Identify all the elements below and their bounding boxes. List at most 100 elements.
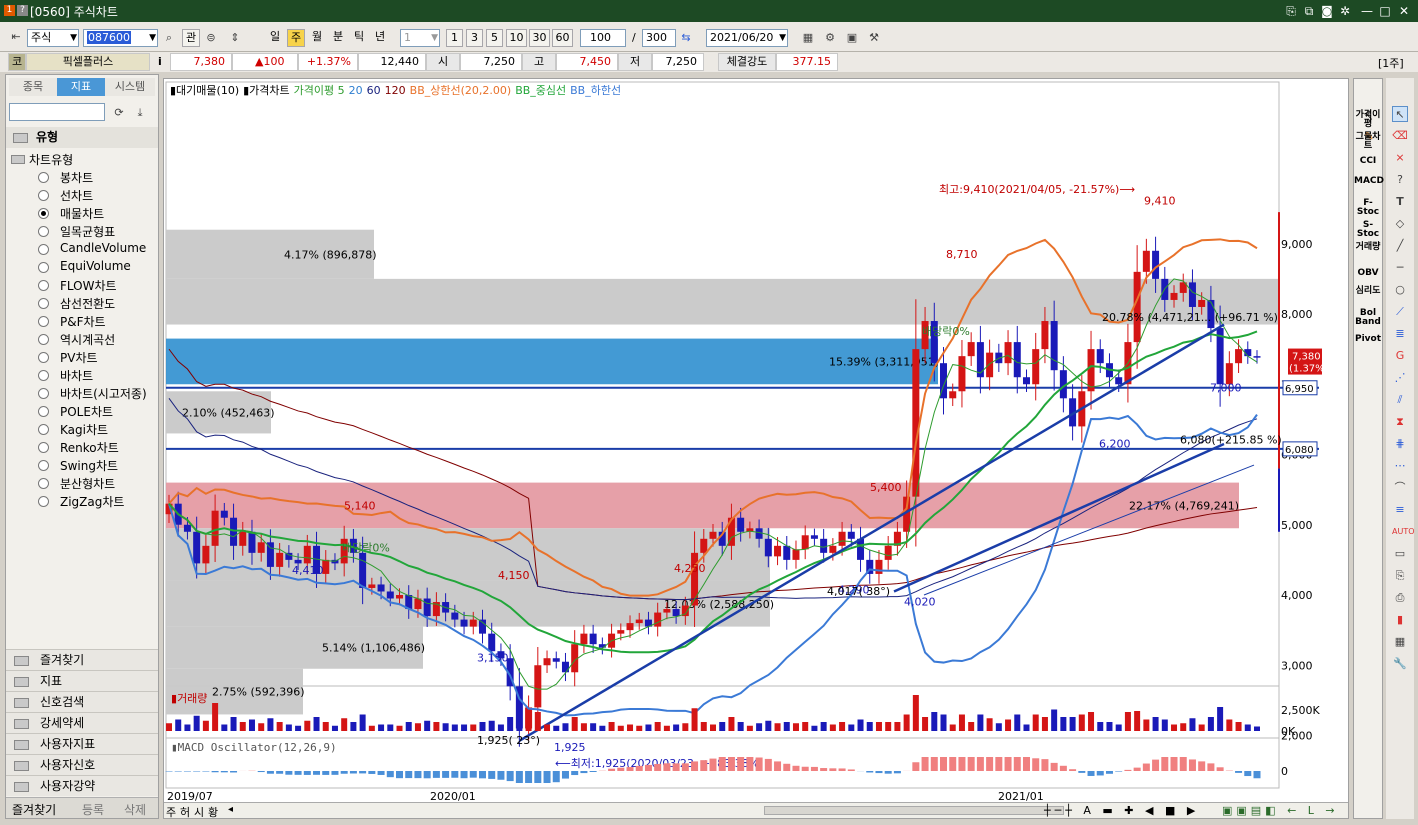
delete-button[interactable]: 삭제 bbox=[124, 801, 146, 818]
gann-tool-icon[interactable]: ⋕ bbox=[1392, 436, 1408, 452]
radio-icon[interactable] bbox=[38, 334, 49, 345]
radio-icon[interactable] bbox=[38, 388, 49, 399]
indicator-shortcut[interactable]: 심리도 bbox=[1354, 287, 1382, 296]
chart-type-item[interactable]: 역시계곡선 bbox=[38, 331, 115, 348]
gear-icon[interactable]: ✲ bbox=[1337, 3, 1353, 19]
radio-icon[interactable] bbox=[38, 478, 49, 489]
save-icon[interactable]: ▣ bbox=[844, 30, 860, 46]
export-controls[interactable]: ▣▣▤◧ ← L → bbox=[1222, 804, 1339, 817]
grid-tool-icon[interactable]: ▦ bbox=[1392, 634, 1408, 650]
line-tool-icon[interactable]: ╱ bbox=[1392, 238, 1408, 254]
quick-60[interactable]: 60 bbox=[552, 29, 573, 47]
indicator-shortcut[interactable]: 가격이평 bbox=[1354, 111, 1382, 129]
maximize-icon[interactable]: □ bbox=[1377, 3, 1393, 19]
chart-type-item[interactable]: P&F차트 bbox=[38, 313, 106, 330]
market-select[interactable]: 주식 ▼ bbox=[27, 29, 79, 47]
period-day[interactable]: 일 bbox=[266, 29, 284, 47]
question-icon[interactable]: ? bbox=[1392, 172, 1408, 188]
date-picker[interactable]: 2021/06/20 ▼ bbox=[706, 29, 788, 47]
radio-icon[interactable] bbox=[38, 262, 49, 273]
radio-icon[interactable] bbox=[38, 496, 49, 507]
copy-tool-icon[interactable]: ⎘ bbox=[1392, 568, 1408, 584]
quick-1[interactable]: 1 bbox=[446, 29, 463, 47]
link-icon[interactable]: ⎘ bbox=[1283, 3, 1299, 19]
fan-tool-icon[interactable]: ⋰ bbox=[1392, 370, 1408, 386]
zoom-controls[interactable]: ┼─┼ A ▬ ✚ ◀ ■ ▶ bbox=[1044, 804, 1199, 817]
channel-tool-icon[interactable]: ≣ bbox=[1392, 326, 1408, 342]
radio-icon[interactable] bbox=[38, 352, 49, 363]
indicator-shortcut[interactable]: Pivot bbox=[1354, 335, 1382, 344]
settings-icon[interactable]: ⚙ bbox=[822, 30, 838, 46]
delete-tool-icon[interactable]: ⌫ bbox=[1392, 128, 1408, 144]
radio-icon[interactable] bbox=[38, 316, 49, 327]
period-month[interactable]: 월 bbox=[308, 29, 326, 47]
camera-icon[interactable]: ◙ bbox=[1319, 3, 1335, 19]
speed-tool-icon[interactable]: ⋯ bbox=[1392, 458, 1408, 474]
indicator-search-input[interactable] bbox=[9, 103, 105, 121]
search-icon[interactable]: ⌕ bbox=[161, 30, 177, 46]
chart-type-item[interactable]: Renko차트 bbox=[38, 439, 119, 456]
chart-type-item[interactable]: Kagi차트 bbox=[38, 421, 108, 438]
select-tool-icon[interactable]: ↖ bbox=[1392, 106, 1408, 122]
favorites-tab[interactable]: 즐겨찾기 bbox=[12, 801, 56, 818]
gwan-button[interactable]: 관 bbox=[182, 29, 200, 47]
wrench-icon[interactable]: 🔧 bbox=[1392, 656, 1408, 672]
scroll-left-icon[interactable]: ◂ bbox=[228, 804, 233, 815]
quick-10[interactable]: 10 bbox=[506, 29, 527, 47]
share-icon[interactable]: ⧉ bbox=[1301, 3, 1317, 19]
chart-type-item[interactable]: 분산형차트 bbox=[38, 475, 115, 492]
indicator-shortcut[interactable]: 그물차트 bbox=[1354, 133, 1382, 151]
print-tool-icon[interactable]: ⎙ bbox=[1392, 590, 1408, 606]
period-tick[interactable]: 틱 bbox=[350, 29, 368, 47]
chart-type-item[interactable]: 매물차트 bbox=[38, 205, 104, 222]
auto-tool-icon[interactable]: AUTO bbox=[1392, 524, 1415, 540]
hline-tool-icon[interactable]: ─ bbox=[1392, 260, 1408, 276]
radio-icon[interactable] bbox=[38, 280, 49, 291]
chart-type-item[interactable]: 봉차트 bbox=[38, 169, 93, 186]
radio-icon[interactable] bbox=[38, 460, 49, 471]
group-item[interactable]: 사용자강약 bbox=[6, 775, 158, 796]
chart-type-item[interactable]: EquiVolume bbox=[38, 259, 131, 273]
bar-tool-icon[interactable]: ▮ bbox=[1392, 612, 1408, 628]
group-item[interactable]: 사용자지표 bbox=[6, 733, 158, 754]
radio-icon[interactable] bbox=[38, 442, 49, 453]
cycle-tool-icon[interactable]: ⧗ bbox=[1392, 414, 1408, 430]
radio-icon[interactable] bbox=[38, 298, 49, 309]
group-item[interactable]: 강세약세 bbox=[6, 712, 158, 733]
count-input[interactable]: 100 bbox=[580, 29, 626, 47]
indicator-shortcut[interactable]: Bol Band bbox=[1354, 309, 1382, 327]
chart-type-item[interactable]: POLE차트 bbox=[38, 403, 113, 420]
period-minute[interactable]: 분 bbox=[329, 29, 347, 47]
range-icon[interactable]: ⇆ bbox=[678, 30, 694, 46]
tab-stock[interactable]: 종목 bbox=[9, 78, 57, 96]
parallel-tool-icon[interactable]: ⫽ bbox=[1392, 392, 1408, 408]
regression-tool-icon[interactable]: ≡ bbox=[1392, 502, 1408, 518]
chart-canvas[interactable]: 4.17% (896,878) 15.39% (3,311,951) 2.10% (… bbox=[164, 79, 1350, 820]
horizontal-scrollbar[interactable] bbox=[764, 806, 1064, 815]
group-item[interactable]: 지표 bbox=[6, 670, 158, 691]
fibo-tool-icon[interactable]: G bbox=[1392, 348, 1408, 364]
quick-3[interactable]: 3 bbox=[466, 29, 483, 47]
bottom-tab-1[interactable]: 주 bbox=[166, 804, 176, 820]
radio-icon[interactable] bbox=[38, 172, 49, 183]
chart-type-item[interactable]: 선차트 bbox=[38, 187, 93, 204]
radio-icon[interactable] bbox=[38, 226, 49, 237]
first-page-icon[interactable]: ⇤ bbox=[8, 29, 24, 45]
radio-icon[interactable] bbox=[38, 406, 49, 417]
minimize-icon[interactable]: — bbox=[1359, 3, 1375, 19]
chart-type-item[interactable]: 바차트 bbox=[38, 367, 93, 384]
chart-type-item[interactable]: 일목균형표 bbox=[38, 223, 115, 240]
updown-icon[interactable]: ⇕ bbox=[227, 30, 243, 46]
radio-icon[interactable] bbox=[38, 424, 49, 435]
radio-icon[interactable] bbox=[38, 370, 49, 381]
chart-type-item[interactable]: Swing차트 bbox=[38, 457, 118, 474]
section-type[interactable]: 유형 bbox=[6, 127, 158, 148]
period-year[interactable]: 년 bbox=[371, 29, 389, 47]
circle-tool-icon[interactable]: ○ bbox=[1392, 282, 1408, 298]
indicator-shortcut[interactable]: 거래량 bbox=[1354, 243, 1382, 252]
code-input[interactable]: 087600 ▼ bbox=[83, 29, 158, 47]
radio-icon[interactable] bbox=[38, 190, 49, 201]
download-icon[interactable]: ⤓ bbox=[132, 105, 148, 121]
total-input[interactable]: 300 bbox=[642, 29, 676, 47]
window-tool-icon[interactable]: ▭ bbox=[1392, 546, 1408, 562]
